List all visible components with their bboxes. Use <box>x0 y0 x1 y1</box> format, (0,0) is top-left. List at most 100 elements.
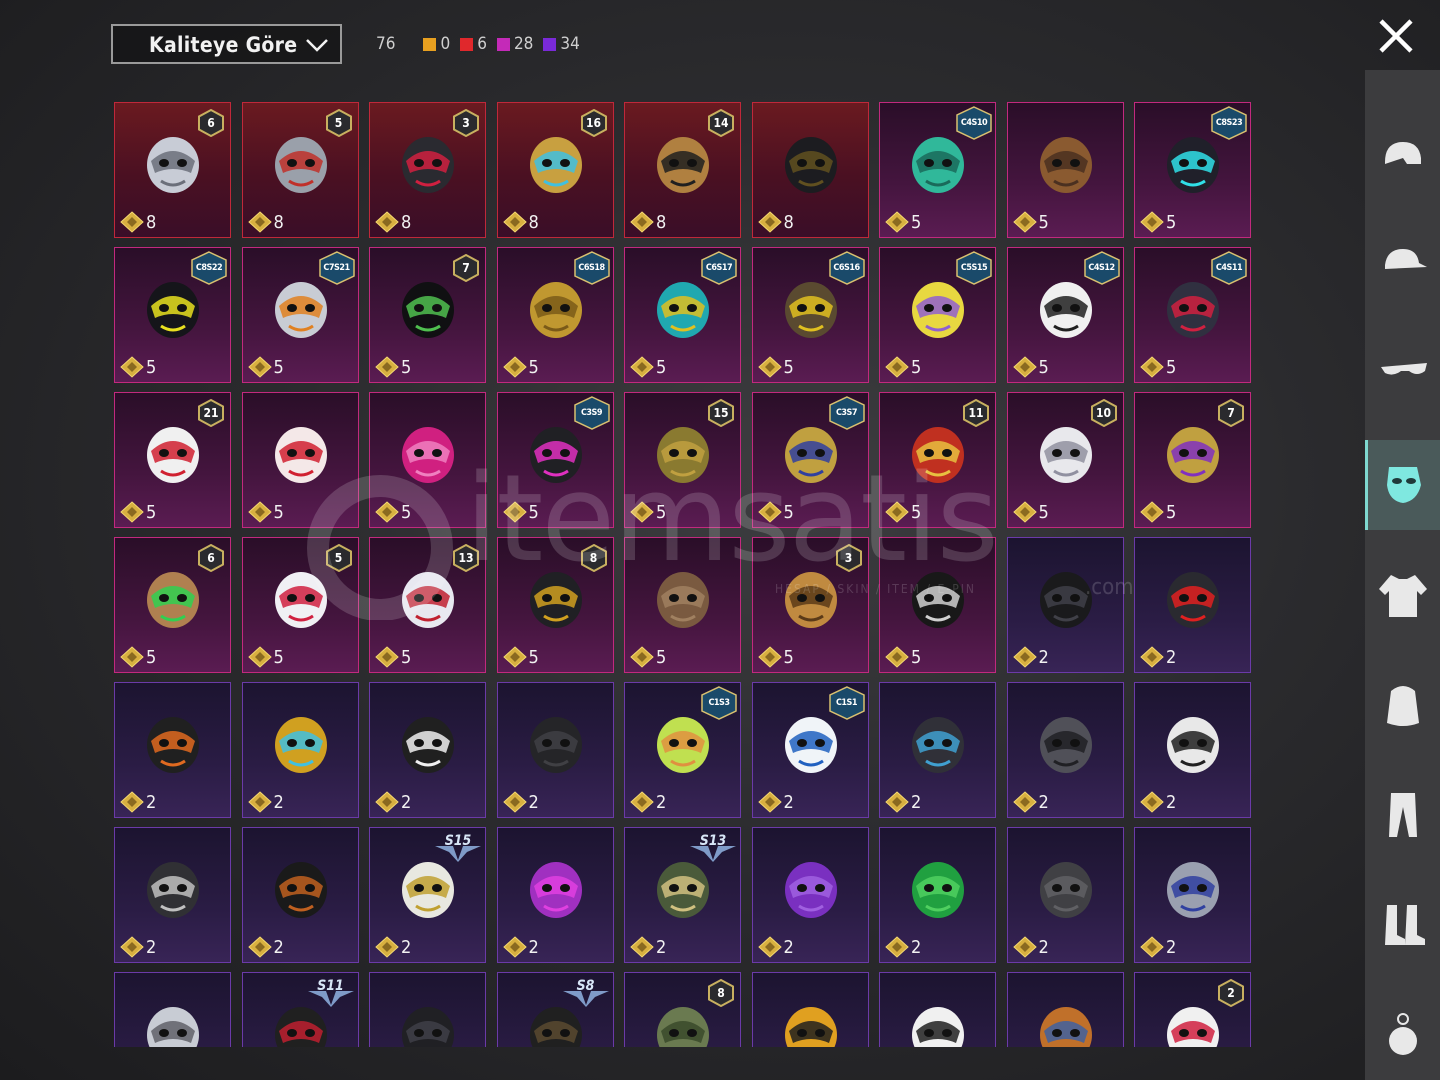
item-grid-viewport[interactable]: 6 8 5 8 3 8 16 8 14 8 8 C4S10 5 5 C8S23 5 C8S22 5 C7S21 5 7 5… <box>114 102 1254 1047</box>
item-points-value: 5 <box>401 646 412 668</box>
sidebar-item-boots[interactable] <box>1365 880 1440 970</box>
item-card[interactable]: S11 <box>241 972 359 1047</box>
item-card[interactable]: C8S22 5 <box>114 247 231 383</box>
item-card[interactable] <box>1006 972 1124 1047</box>
item-card[interactable]: 2 <box>1006 537 1124 673</box>
item-points: 2 <box>375 791 411 813</box>
item-card[interactable]: S8 <box>496 972 614 1047</box>
item-card[interactable] <box>114 972 231 1047</box>
item-card[interactable]: C1S3 2 <box>624 682 741 818</box>
points-diamond-icon <box>120 356 144 378</box>
item-card[interactable] <box>879 972 996 1047</box>
item-points-value: 2 <box>783 791 794 813</box>
item-card[interactable]: 21 5 <box>114 392 231 528</box>
item-card[interactable]: 38 <box>369 102 486 238</box>
points-diamond-icon <box>885 356 909 378</box>
item-card[interactable]: 16 8 <box>496 102 614 238</box>
points-diamond-icon <box>1140 501 1164 523</box>
item-card[interactable]: 5 <box>241 392 359 528</box>
item-card[interactable]: 14 8 <box>624 102 741 238</box>
item-card[interactable]: 10 5 <box>1006 392 1124 528</box>
sidebar-item-mask[interactable] <box>1365 440 1440 530</box>
item-card[interactable]: C3S9 5 <box>496 392 614 528</box>
sidebar-item-cap[interactable] <box>1365 220 1440 310</box>
item-card[interactable]: 5 <box>624 537 741 673</box>
sidebar-item-pants[interactable] <box>1365 770 1440 860</box>
item-card[interactable]: C3S7 5 <box>751 392 869 528</box>
item-card[interactable]: 2 <box>1134 827 1251 963</box>
item-points-value: 2 <box>911 936 922 958</box>
item-card[interactable]: 2 <box>879 827 996 963</box>
item-points: 5 <box>120 646 156 668</box>
level-badge: 5 <box>325 543 352 573</box>
points-diamond-icon <box>1012 356 1037 378</box>
item-card[interactable]: 35 <box>751 537 869 673</box>
item-card[interactable]: C6S16 5 <box>751 247 869 383</box>
item-card[interactable]: 68 <box>114 102 231 238</box>
item-card[interactable]: C7S21 5 <box>241 247 359 383</box>
item-card[interactable]: 2 <box>1006 682 1124 818</box>
item-card[interactable]: 65 <box>114 537 231 673</box>
item-card[interactable]: C4S11 5 <box>1134 247 1251 383</box>
item-card[interactable]: 8 <box>751 102 869 238</box>
boots-icon <box>1384 905 1425 945</box>
season-badge-text: C1S1 <box>835 698 858 708</box>
item-card[interactable]: 2 <box>369 682 486 818</box>
item-points: 8 <box>502 211 539 233</box>
sidebar-item-glasses[interactable] <box>1365 330 1440 420</box>
silver-mask-item-icon <box>147 1007 199 1047</box>
sidebar-item-backpack[interactable] <box>1365 660 1440 750</box>
item-card[interactable]: 2 <box>241 827 359 963</box>
item-card[interactable]: C5S15 5 <box>879 247 996 383</box>
item-card[interactable]: 2 <box>114 827 231 963</box>
item-card[interactable] <box>369 972 486 1047</box>
item-card[interactable]: 85 <box>496 537 614 673</box>
sidebar-item-jacket[interactable] <box>1365 550 1440 640</box>
item-card[interactable]: C4S10 5 <box>879 102 996 238</box>
count-epic: 28 <box>496 34 533 54</box>
item-card[interactable]: 75 <box>369 247 486 383</box>
season-wing-badge: S13 <box>688 832 738 862</box>
item-card[interactable]: 2 <box>1006 827 1124 963</box>
item-card[interactable]: 2 <box>114 682 231 818</box>
sort-dropdown[interactable]: Kaliteye Göre <box>111 24 342 64</box>
item-card[interactable]: 5 <box>879 537 996 673</box>
item-card[interactable]: 55 <box>241 537 359 673</box>
sidebar-item-accessory[interactable] <box>1365 990 1440 1080</box>
points-diamond-icon <box>885 791 909 813</box>
item-card[interactable]: 2 <box>1134 682 1251 818</box>
points-diamond-icon <box>502 646 527 668</box>
item-card[interactable]: 2 <box>496 827 614 963</box>
item-card[interactable]: 5 <box>1006 102 1124 238</box>
count-rare: 34 <box>543 34 580 54</box>
item-card[interactable]: C6S17 5 <box>624 247 741 383</box>
item-card[interactable] <box>751 972 869 1047</box>
item-card[interactable]: C4S12 5 <box>1006 247 1124 383</box>
points-diamond-icon <box>247 936 272 958</box>
item-card[interactable]: 2 <box>496 682 614 818</box>
close-button[interactable] <box>1375 15 1417 57</box>
item-points-value: 2 <box>911 791 922 813</box>
item-card[interactable]: 2 <box>751 827 869 963</box>
item-card[interactable]: 2 <box>1134 537 1251 673</box>
item-card[interactable]: C8S23 5 <box>1134 102 1251 238</box>
item-card[interactable]: C6S18 5 <box>496 247 614 383</box>
item-card[interactable]: 5 <box>369 392 486 528</box>
item-card[interactable]: 15 5 <box>624 392 741 528</box>
item-card[interactable]: 2 <box>241 682 359 818</box>
item-card[interactable]: S15 2 <box>369 827 486 963</box>
item-card[interactable]: S13 2 <box>624 827 741 963</box>
item-points: 5 <box>502 646 539 668</box>
item-card[interactable]: 11 5 <box>879 392 996 528</box>
item-card[interactable]: 2 <box>879 682 996 818</box>
bird-mask-item-icon <box>657 572 709 628</box>
item-card[interactable]: 75 <box>1134 392 1251 528</box>
item-card[interactable]: C1S1 2 <box>751 682 869 818</box>
item-card[interactable]: 8 <box>624 972 741 1047</box>
season-badge: C3S7 <box>828 396 865 430</box>
item-card[interactable]: 13 5 <box>369 537 486 673</box>
item-card[interactable]: 2 <box>1134 972 1251 1047</box>
sidebar-item-helmet[interactable] <box>1365 115 1440 205</box>
item-card[interactable]: 58 <box>241 102 359 238</box>
season-badge: C6S16 <box>828 251 865 285</box>
